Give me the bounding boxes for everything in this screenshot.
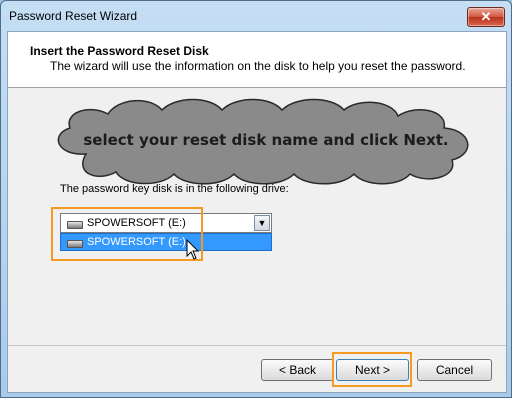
page-title: Insert the Password Reset Disk [30, 44, 209, 58]
wizard-body: Insert the Password Reset Disk The wizar… [7, 31, 507, 393]
window-title: Password Reset Wizard [9, 9, 138, 23]
drive-label: The password key disk is in the followin… [60, 183, 289, 195]
page-subtitle: The wizard will use the information on t… [50, 59, 466, 73]
highlight-box-next [332, 352, 412, 387]
title-bar: Password Reset Wizard ✕ [1, 1, 511, 31]
close-icon: ✕ [480, 9, 492, 24]
mouse-cursor-icon [186, 239, 200, 260]
cancel-button[interactable]: Cancel [417, 359, 492, 381]
wizard-header: Insert the Password Reset Disk The wizar… [8, 32, 506, 88]
chevron-down-icon: ▼ [257, 218, 267, 228]
wizard-window: Password Reset Wizard ✕ Insert the Passw… [0, 0, 512, 398]
highlight-box-drive [51, 207, 203, 261]
footer-divider [8, 345, 506, 346]
back-button[interactable]: < Back [261, 359, 334, 381]
annotation-text: select your reset disk name and click Ne… [83, 131, 449, 149]
close-button[interactable]: ✕ [467, 7, 505, 27]
dropdown-button[interactable]: ▼ [254, 215, 270, 231]
